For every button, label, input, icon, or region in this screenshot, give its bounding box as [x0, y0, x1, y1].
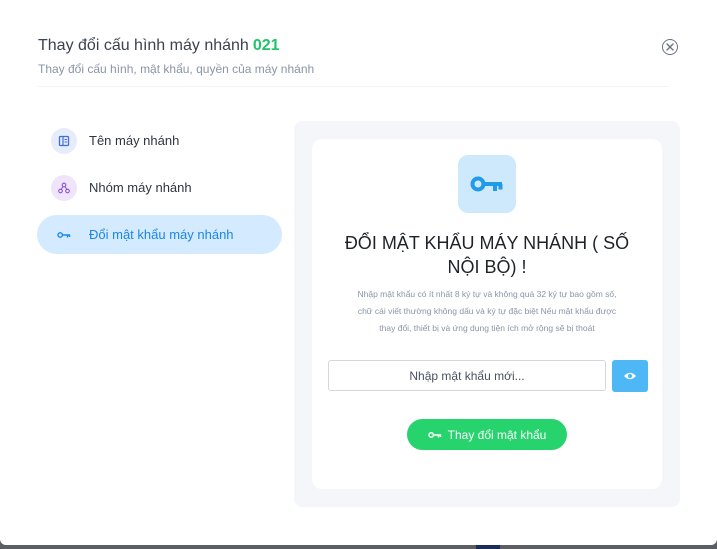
- id-card-icon: [51, 127, 77, 154]
- title-text: Thay đổi cấu hình máy nhánh: [38, 37, 249, 54]
- description-line: thay đổi, thiết bị và ứng dụng tiện ích …: [379, 323, 595, 333]
- button-label: Thay đổi mật khẩu: [447, 427, 547, 442]
- toggle-visibility-button[interactable]: [612, 360, 648, 392]
- description-line: chữ cái viết thường không dấu và ký tự đ…: [357, 306, 617, 316]
- menu-item-extension-name[interactable]: Tên máy nhánh: [37, 121, 282, 160]
- settings-menu: Tên máy nhánh Nhóm máy nhánh Đổi mật khẩ…: [37, 121, 282, 262]
- key-icon: [427, 431, 441, 438]
- key-icon-box: [458, 155, 516, 213]
- key-icon: [470, 176, 503, 192]
- description-line: Nhập mật khẩu có ít nhất 8 ký tự và khôn…: [357, 289, 617, 299]
- close-button[interactable]: [662, 39, 678, 55]
- page-subtitle: Thay đổi cấu hình, mật khẩu, quyền của m…: [38, 62, 315, 76]
- card-description: Nhập mật khẩu có ít nhất 8 ký tự và khôn…: [330, 286, 644, 337]
- close-icon: [666, 43, 674, 51]
- menu-item-label: Tên máy nhánh: [89, 133, 180, 148]
- page-title: Thay đổi cấu hình máy nhánh 021: [38, 36, 677, 56]
- background-fragment: [476, 545, 500, 549]
- eye-icon: [624, 372, 636, 380]
- card-title: ĐỔI MẬT KHẨU MÁY NHÁNH ( SỐ NỘI BỘ) !: [344, 233, 630, 277]
- header-divider: [38, 86, 669, 87]
- config-modal: Thay đổi cấu hình máy nhánh 021 Thay đổi …: [0, 0, 717, 545]
- password-card: ĐỔI MẬT KHẨU MÁY NHÁNH ( SỐ NỘI BỘ) ! Nh…: [312, 139, 662, 489]
- modal-header: Thay đổi cấu hình máy nhánh 021 Thay đổi …: [38, 36, 677, 76]
- menu-item-label: Nhóm máy nhánh: [89, 180, 192, 195]
- key-icon: [51, 222, 77, 248]
- group-nodes-icon: [51, 174, 77, 201]
- password-input[interactable]: [328, 360, 606, 391]
- content-panel: ĐỔI MẬT KHẨU MÁY NHÁNH ( SỐ NỘI BỘ) ! Nh…: [294, 121, 680, 507]
- extension-code: 021: [252, 37, 280, 54]
- change-password-button[interactable]: Thay đổi mật khẩu: [407, 419, 567, 450]
- menu-item-change-password[interactable]: Đổi mật khẩu máy nhánh: [37, 215, 282, 254]
- menu-item-label: Đổi mật khẩu máy nhánh: [89, 227, 234, 242]
- menu-item-extension-group[interactable]: Nhóm máy nhánh: [37, 168, 282, 207]
